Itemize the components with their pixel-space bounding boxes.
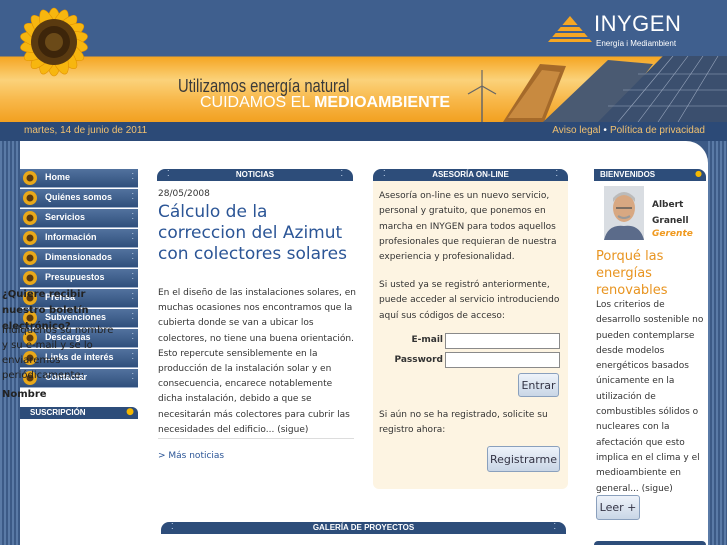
advisory-header: ⁚ ASESORÍA ON-LINE ⁚ [373, 169, 568, 181]
divider [158, 438, 354, 439]
nav-item-informacion[interactable]: Información ⁚ [20, 229, 138, 248]
legal-links: Aviso legal • Política de privacidad [552, 125, 705, 136]
wind-turbine-icon [467, 70, 497, 122]
dots-icon: ⁚ [131, 272, 134, 281]
slogan-prefix: CUIDAMOS EL [200, 94, 315, 111]
email-field[interactable] [445, 333, 560, 349]
gallery-header-title: GALERÍA DE PROYECTOS [312, 523, 415, 532]
nav-item-home[interactable]: Home ⁚ [20, 169, 138, 188]
login-button[interactable]: Entrar [518, 373, 559, 397]
news-body: En el diseño de las instalaciones solare… [158, 288, 356, 435]
sunflower-bullet-icon [23, 211, 37, 225]
nav-item-dimensionados[interactable]: Dimensionados ⁚ [20, 249, 138, 268]
nav-label: Dimensionados [45, 252, 113, 262]
nav-label: Presupuestos [45, 272, 105, 282]
current-date: martes, 14 de junio de 2011 [24, 125, 148, 136]
dots-icon: ⁚ [131, 312, 134, 321]
dots-icon: ⁚ [131, 172, 134, 181]
brand-name: INYGEN [594, 11, 682, 36]
dots-icon: ⁚ [131, 192, 134, 201]
news-date: 28/05/2008 [158, 189, 210, 199]
dots-icon: ⁚ [340, 169, 343, 178]
nav-label: Home [45, 172, 71, 182]
nav-label: Servicios [45, 212, 86, 222]
subscription-title: SUSCRIPCIÓN [30, 408, 86, 417]
slogan-line-2: CUIDAMOS EL MEDIOAMBIENTE [200, 94, 450, 112]
welcome-header: BIENVENIDOS ● [594, 169, 706, 181]
read-more-button[interactable]: Leer + [596, 495, 640, 520]
news-header: ⁚ NOTICIAS ⁚ [157, 169, 353, 181]
nav-label: Quiénes somos [45, 192, 113, 202]
nav-item-quienes-somos[interactable]: Quiénes somos ⁚ [20, 189, 138, 208]
news-header-title: NOTICIAS [235, 170, 275, 179]
news-title-link[interactable]: Cálculo de la correccion del Azimut con … [158, 202, 354, 265]
subscription-text: Indiquenos su nombre y su e-mail y se lo… [2, 325, 114, 381]
link-separator: • [603, 125, 607, 136]
gallery-header: ⁚ GALERÍA DE PROYECTOS ⁚ [161, 522, 566, 534]
welcome-title-link[interactable]: Porqué las energías renovables [596, 248, 704, 299]
sun-icon: ● [695, 169, 702, 178]
right-edge-pattern [708, 141, 727, 545]
privacy-policy-link[interactable]: Política de privacidad [610, 125, 705, 136]
more-news-link[interactable]: > Más noticias [158, 451, 224, 461]
dots-icon: ⁚ [555, 169, 558, 178]
welcome-body: Los criterios de desarrollo sostenible n… [596, 300, 704, 494]
register-button[interactable]: Registrarme [487, 446, 560, 472]
sunflower-bullet-icon [23, 231, 37, 245]
slogan-bold: MEDIOAMBIENTE [314, 94, 451, 111]
welcome-bottom-bar [594, 541, 706, 545]
dots-icon: ⁚ [131, 292, 134, 301]
dots-icon: ⁚ [553, 522, 556, 531]
password-field[interactable] [445, 352, 560, 368]
name-field-label: Nombre [2, 389, 47, 400]
dots-icon: ⁚ [131, 332, 134, 341]
dots-icon: ⁚ [131, 212, 134, 221]
sunflower-bullet-icon [23, 271, 37, 285]
advisory-login-text: Si usted ya se registró anteriormente, p… [379, 280, 560, 321]
nav-item-presupuestos[interactable]: Presupuestos ⁚ [20, 269, 138, 288]
email-label: E-mail [411, 335, 443, 345]
sunflower-bullet-icon [23, 251, 37, 265]
sunflower-image [20, 7, 88, 77]
solar-panels-image [467, 56, 727, 122]
brand-tagline: Energía i Mediambient [596, 39, 677, 48]
subscription-header: SUSCRIPCIÓN ● [20, 407, 138, 419]
advisory-register-text: Si aún no se ha registrado, solicite su … [379, 410, 548, 436]
dots-icon: ⁚ [131, 232, 134, 241]
dots-icon: ⁚ [131, 372, 134, 381]
legal-notice-link[interactable]: Aviso legal [552, 125, 600, 136]
sun-icon: ● [126, 407, 134, 417]
advisory-intro: Asesoría on-line es un nuevo servicio, p… [379, 191, 557, 263]
date-bar: martes, 14 de junio de 2011 Aviso legal •… [0, 122, 727, 141]
dots-icon: ⁚ [131, 252, 134, 261]
logo-triangle-icon [548, 16, 592, 42]
sunflower-bullet-icon [23, 171, 37, 185]
password-label: Password [394, 355, 443, 365]
advisory-header-title: ASESORÍA ON-LINE [432, 170, 509, 179]
nav-item-servicios[interactable]: Servicios ⁚ [20, 209, 138, 228]
sunflower-bullet-icon [23, 191, 37, 205]
site-header: INYGEN Energía i Mediambient Utilizamos … [0, 0, 727, 122]
nav-label: Información [45, 232, 97, 242]
dots-icon: ⁚ [131, 352, 134, 361]
manager-photo [604, 186, 644, 240]
welcome-header-title: BIENVENIDOS [600, 170, 656, 179]
manager-role: Gerente [652, 229, 693, 239]
manager-name: Albert Granell [652, 200, 689, 226]
